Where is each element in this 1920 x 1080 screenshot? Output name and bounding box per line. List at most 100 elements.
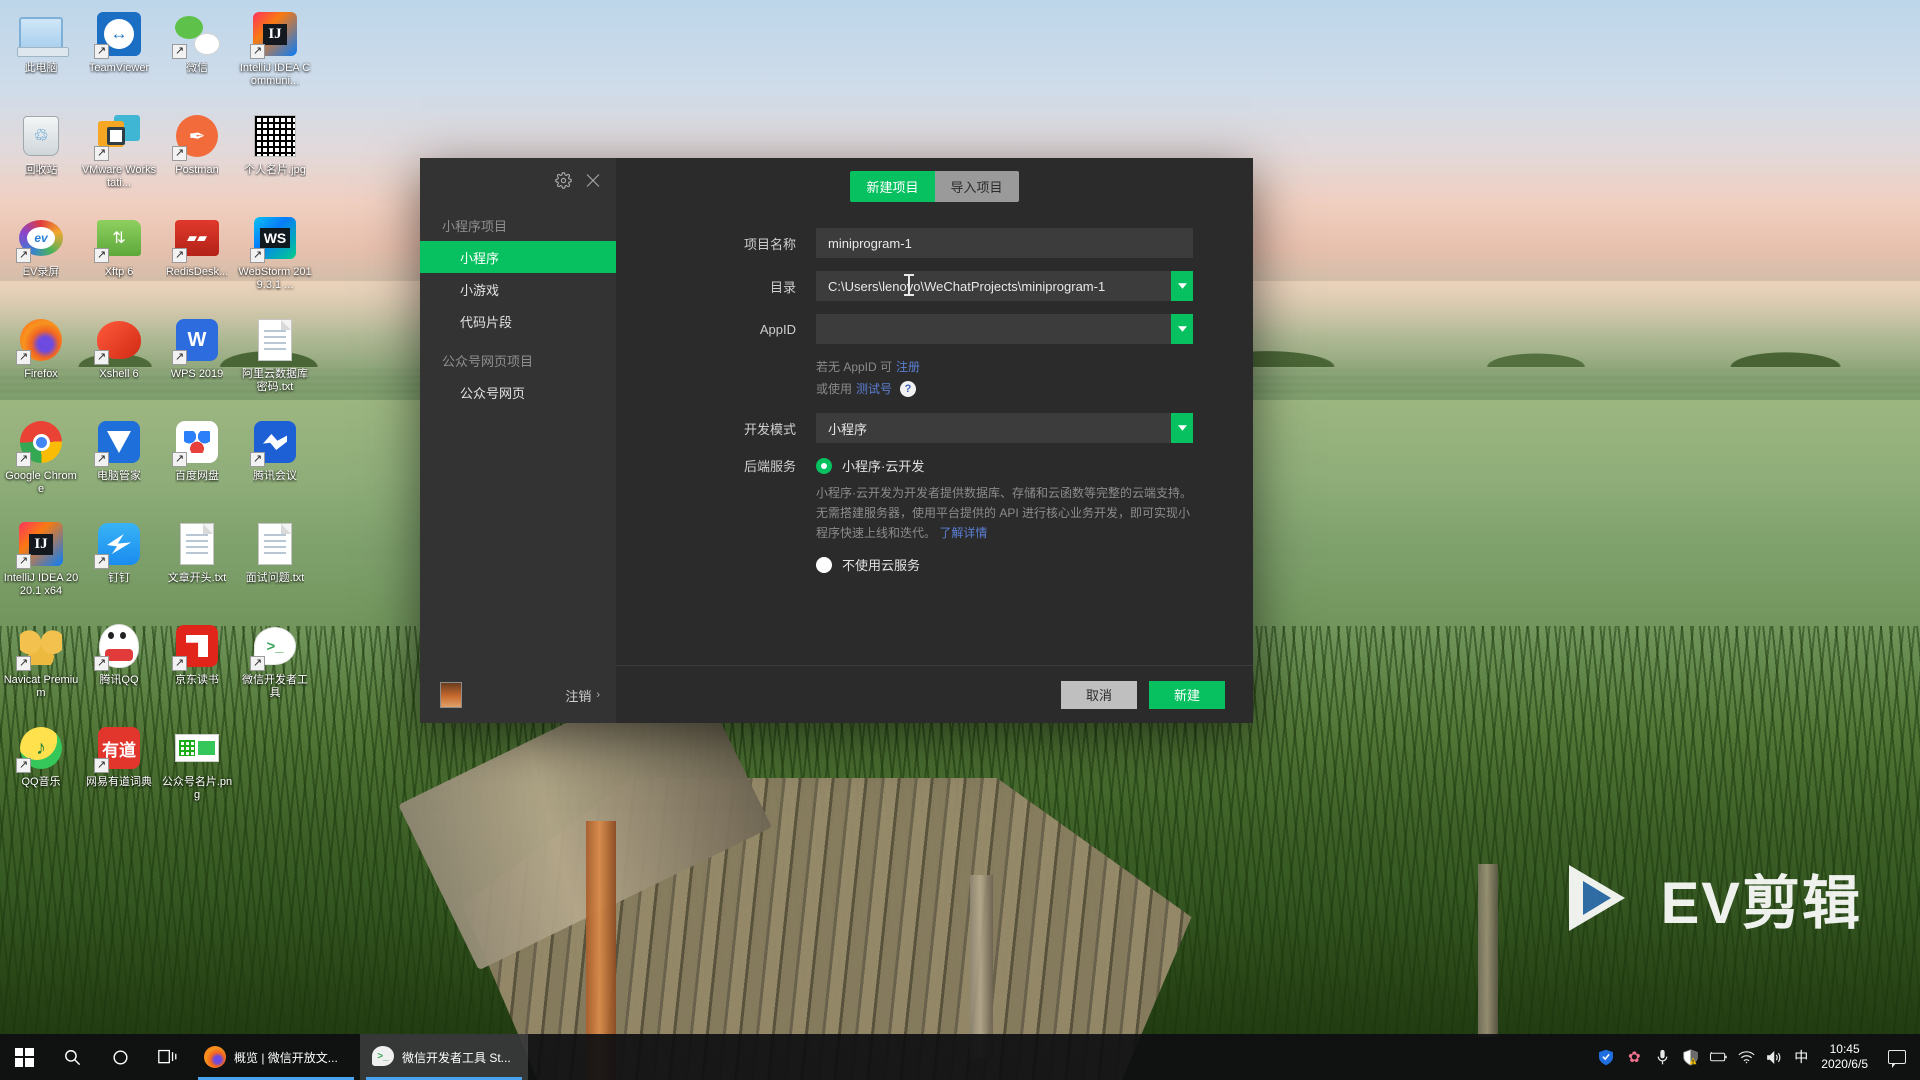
- taskbar-item-label: 微信开发者工具 St...: [402, 1050, 511, 1065]
- security-warning-tray-icon[interactable]: [1677, 1034, 1703, 1080]
- desktop-icon-pc-manager[interactable]: 电脑管家: [80, 412, 158, 514]
- desktop-icon-wechat[interactable]: 微信: [158, 4, 236, 106]
- sidebar-item-minigame[interactable]: 小游戏: [420, 273, 616, 305]
- taskbar-item-wechat-devtools[interactable]: >_ 微信开发者工具 St...: [360, 1034, 528, 1080]
- desktop-icon-webstorm[interactable]: WS WebStorm 2019.3.1 ...: [236, 208, 314, 310]
- desktop-icon-ev-recorder[interactable]: ev EV录屏: [2, 208, 80, 310]
- tab-new-project[interactable]: 新建项目: [850, 170, 935, 202]
- shortcut-arrow-icon: [94, 554, 109, 569]
- avatar[interactable]: [440, 682, 462, 708]
- cortana-circle-icon[interactable]: [96, 1034, 144, 1080]
- desktop-icon-firefox[interactable]: Firefox: [2, 310, 80, 412]
- form-row-no-cloud: 不使用云服务: [616, 555, 1193, 574]
- microphone-tray-icon[interactable]: [1649, 1034, 1675, 1080]
- create-button[interactable]: 新建: [1149, 680, 1225, 709]
- project-name-input[interactable]: miniprogram-1: [816, 228, 1193, 258]
- desktop-icon-label: 钉钉: [108, 572, 130, 584]
- logout-button[interactable]: 注销 ›: [565, 686, 600, 705]
- desktop-icon-teamviewer[interactable]: ↔ TeamViewer: [80, 4, 158, 106]
- directory-input[interactable]: C:\Users\lenovo\WeChatProjects\miniprogr…: [816, 271, 1193, 301]
- desktop-icon-xshell[interactable]: Xshell 6: [80, 310, 158, 412]
- radio-cloud-dev-icon[interactable]: [816, 457, 832, 474]
- search-icon[interactable]: [48, 1034, 96, 1080]
- desktop-icon-youdao-dict[interactable]: 有道 网易有道词典: [80, 718, 158, 820]
- radio-no-cloud-icon[interactable]: [816, 556, 832, 573]
- test-account-link[interactable]: 测试号: [856, 379, 892, 399]
- desktop-icon-label: Xftp 6: [104, 266, 134, 278]
- question-mark-icon[interactable]: ?: [900, 381, 917, 397]
- tencent-pc-manager-tray-icon[interactable]: [1593, 1034, 1619, 1080]
- shortcut-arrow-icon: [94, 656, 109, 671]
- desktop-icon-label: WPS 2019: [170, 368, 224, 380]
- sidebar-item-code-snippet[interactable]: 代码片段: [420, 305, 616, 337]
- desktop-icon-intellij-idea[interactable]: IJ IntelliJ IDEA 2020.1 x64: [2, 514, 80, 616]
- sidebar-item-miniprogram[interactable]: 小程序: [420, 241, 616, 273]
- desktop-icon-personal-card[interactable]: 个人名片.jpg: [236, 106, 314, 208]
- flower-tray-icon[interactable]: ✿: [1621, 1034, 1647, 1080]
- tab-import-project[interactable]: 导入项目: [934, 170, 1019, 202]
- desktop-icon-chrome[interactable]: Google Chrome: [2, 412, 80, 514]
- desktop-icon-vmware[interactable]: VMware Workstati...: [80, 106, 158, 208]
- learn-more-link[interactable]: 了解详情: [939, 526, 987, 540]
- ime-chinese-tray-icon[interactable]: 中: [1789, 1034, 1813, 1080]
- shortcut-arrow-icon: [16, 452, 31, 467]
- desktop-icon-qq-music[interactable]: ♪ QQ音乐: [2, 718, 80, 820]
- action-center-icon[interactable]: [1880, 1034, 1914, 1080]
- appid-input[interactable]: [816, 314, 1193, 344]
- dev-mode-select[interactable]: 小程序: [816, 413, 1193, 443]
- gear-icon[interactable]: [554, 171, 572, 189]
- desktop-icon-wechat-devtools[interactable]: >_ 微信开发者工具: [236, 616, 314, 718]
- postman-icon: ✒: [172, 112, 221, 161]
- taskbar: 概览 | 微信开放文... >_ 微信开发者工具 St... ✿ 中 10:45…: [0, 1034, 1920, 1080]
- windows-start-icon[interactable]: [0, 1034, 48, 1080]
- image-file-icon: [251, 112, 299, 160]
- xftp-icon: ⇅: [94, 214, 143, 263]
- register-link[interactable]: 注册: [896, 357, 920, 377]
- desktop-icon-aliyun-db-password[interactable]: 阿里云数据库密码.txt: [236, 310, 314, 412]
- desktop-icon-jd-read[interactable]: 京东读书: [158, 616, 236, 718]
- desktop-icon-tencent-meeting[interactable]: 腾讯会议: [236, 412, 314, 514]
- desktop-icon-label: 微信: [186, 62, 208, 74]
- shortcut-arrow-icon: [94, 350, 109, 365]
- desktop-icon-xftp[interactable]: ⇅ Xftp 6: [80, 208, 158, 310]
- desktop-icon-label: IntelliJ IDEA 2020.1 x64: [3, 572, 79, 597]
- volume-tray-icon[interactable]: [1761, 1034, 1787, 1080]
- wechat-devtools-icon: >_: [372, 1046, 394, 1068]
- desktop-icon-navicat[interactable]: Navicat Premium: [2, 616, 80, 718]
- appid-label: AppID: [759, 321, 796, 337]
- no-cloud-control: 不使用云服务: [816, 555, 1193, 574]
- desktop-icon-label: 公众号名片.png: [161, 776, 233, 801]
- desktop-icon-recycle-bin[interactable]: ♲ 回收站: [2, 106, 80, 208]
- shortcut-arrow-icon: [172, 452, 187, 467]
- radio-option-cloud-dev[interactable]: 小程序·云开发: [816, 456, 1193, 475]
- desktop-icon-dingtalk[interactable]: 钉钉: [80, 514, 158, 616]
- cancel-button[interactable]: 取消: [1061, 680, 1137, 709]
- chevron-down-icon: [1177, 326, 1187, 332]
- desktop-icon-intellij-community[interactable]: IJ IntelliJ IDEA Communi...: [236, 4, 314, 106]
- dev-mode-dropdown-button[interactable]: [1171, 413, 1193, 443]
- dialog-sidebar: 小程序项目 小程序 小游戏 代码片段 公众号网页项目 公众号网页 注销 ›: [420, 158, 616, 723]
- desktop-icon-wps[interactable]: W WPS 2019: [158, 310, 236, 412]
- task-view-icon[interactable]: [144, 1034, 192, 1080]
- appid-dropdown-button[interactable]: [1171, 314, 1193, 344]
- desktop-icon-postman[interactable]: ✒ Postman: [158, 106, 236, 208]
- desktop-icon-article-start-txt[interactable]: 文章开头.txt: [158, 514, 236, 616]
- wechat-icon: [172, 10, 221, 59]
- desktop-icon-interview-questions-txt[interactable]: 面试问题.txt: [236, 514, 314, 616]
- directory-dropdown-button[interactable]: [1171, 271, 1193, 301]
- tab-label: 导入项目: [950, 179, 1003, 195]
- close-icon[interactable]: [584, 171, 602, 189]
- desktop-icon-this-pc[interactable]: 此电脑: [2, 4, 80, 106]
- taskbar-item-firefox[interactable]: 概览 | 微信开放文...: [192, 1034, 360, 1080]
- desktop-icon-official-account-card[interactable]: 公众号名片.png: [158, 718, 236, 820]
- desktop-icon-redis-desktop[interactable]: ▰▰ RedisDesk...: [158, 208, 236, 310]
- sidebar-item-official-account-webpage[interactable]: 公众号网页: [420, 376, 616, 408]
- desktop-icon-tencent-qq[interactable]: 腾讯QQ: [80, 616, 158, 718]
- clock[interactable]: 10:45 2020/6/5: [1815, 1042, 1878, 1072]
- sidebar-item-label: 公众号网页: [460, 385, 526, 401]
- battery-tray-icon[interactable]: [1705, 1034, 1731, 1080]
- desktop-icon-baidu-netdisk[interactable]: 百度网盘: [158, 412, 236, 514]
- radio-option-no-cloud[interactable]: 不使用云服务: [816, 555, 1193, 574]
- wifi-tray-icon[interactable]: [1733, 1034, 1759, 1080]
- desktop-icon-label: IntelliJ IDEA Communi...: [239, 62, 311, 87]
